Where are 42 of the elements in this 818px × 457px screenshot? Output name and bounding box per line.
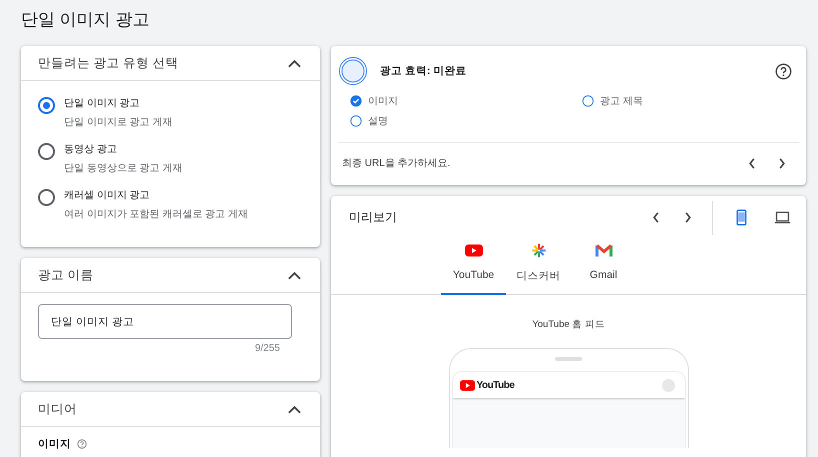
radio-button[interactable]: [38, 189, 55, 206]
card-title: 만들려는 광고 유형 선택: [38, 54, 178, 72]
chevron-left-icon[interactable]: [748, 158, 756, 168]
option-description: 여러 이미지가 포함된 캐러셀로 광고 게재: [64, 208, 248, 221]
help-icon[interactable]: [775, 62, 792, 80]
ad-strength-title: 광고 효력: 미완료: [380, 64, 468, 78]
placement-label: YouTube 홈 피드: [532, 318, 605, 331]
laptop-icon[interactable]: [774, 209, 791, 226]
checklist-label: 이미지: [368, 95, 398, 108]
help-icon[interactable]: [77, 439, 87, 449]
option-label: 단일 이미지 광고: [64, 97, 140, 110]
checklist-label: 광고 제목: [600, 95, 643, 108]
card-title: 광고 이름: [38, 266, 94, 284]
chevron-right-icon[interactable]: [684, 212, 692, 223]
collapse-icon[interactable]: [288, 404, 301, 414]
collapse-icon[interactable]: [288, 58, 301, 68]
chevron-left-icon[interactable]: [652, 212, 660, 223]
option-label: 동영상 광고: [64, 143, 117, 156]
asterisk-logo-icon: [530, 243, 548, 258]
option-label: 캐러셀 이미지 광고: [64, 189, 150, 202]
character-counter: 9/255: [254, 343, 280, 354]
radio-button[interactable]: [38, 143, 55, 160]
card-title: 미리보기: [349, 209, 398, 226]
preview-tab[interactable]: 디스커버: [506, 239, 571, 295]
option-description: 단일 동영상으로 광고 게재: [64, 162, 182, 175]
m-logo-icon: [594, 243, 612, 258]
app-logo-text: YouTube: [476, 380, 516, 390]
play-logo-icon: [460, 380, 474, 390]
ad-name-field[interactable]: 단일 이미지 광고: [38, 304, 292, 339]
card-title: 미디어: [38, 400, 77, 418]
preview-tab[interactable]: YouTube: [441, 239, 506, 295]
tip-text: 최종 URL을 추가하세요.: [342, 157, 452, 170]
play-logo-icon: [464, 243, 482, 258]
section-label: 이미지: [38, 437, 71, 451]
preview-tab[interactable]: Gmail: [571, 239, 636, 295]
page-title: 단일 이미지 광고: [21, 9, 150, 31]
collapse-icon[interactable]: [288, 270, 301, 280]
radio-button[interactable]: [38, 97, 55, 114]
option-description: 단일 이미지로 광고 게재: [64, 116, 172, 129]
checklist-label: 설명: [368, 115, 388, 128]
strength-ring-icon: [338, 56, 368, 86]
chevron-right-icon[interactable]: [778, 158, 786, 168]
